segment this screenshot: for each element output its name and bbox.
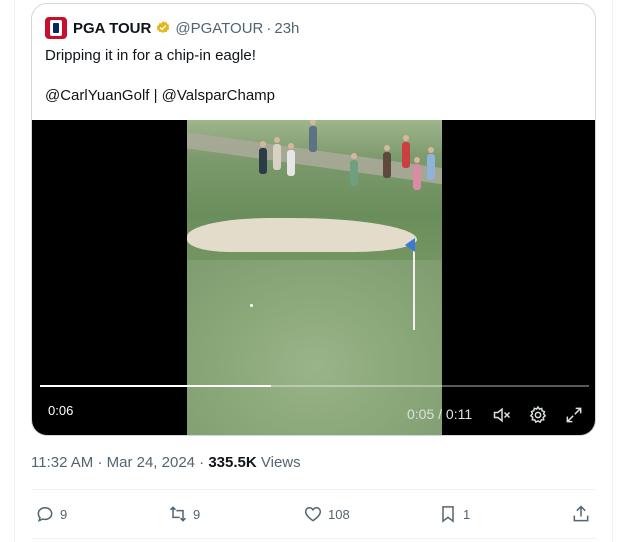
reply-count: 9 [60, 506, 68, 522]
share-button[interactable] [571, 500, 596, 528]
like-button[interactable]: 108 [303, 500, 350, 528]
views-label: Views [260, 454, 301, 471]
repost-button[interactable]: 9 [168, 500, 200, 528]
spectator [427, 147, 435, 180]
tweet-metadata: 11:32 AM · Mar 24, 2024 · 335.5K Views [31, 454, 301, 471]
golf-ball [250, 304, 253, 307]
pga-tour-avatar[interactable] [45, 17, 67, 39]
share-icon [573, 505, 589, 522]
like-count: 108 [328, 506, 350, 522]
meta-separator: · [97, 454, 103, 471]
quoted-tweet-age[interactable]: 23h [274, 20, 299, 37]
video-time-readout: 0:05 / 0:11 [407, 406, 473, 422]
quoted-tweet-card[interactable]: PGA TOUR @PGATOUR · 23h Dripping it in f… [31, 3, 596, 436]
post-date[interactable]: Mar 24, 2024 [107, 454, 195, 471]
spectator [402, 135, 410, 168]
header-separator: · [266, 19, 272, 37]
spectator [383, 145, 391, 178]
repost-count: 9 [193, 506, 201, 522]
views-count[interactable]: 335.5K [208, 454, 256, 471]
quoted-tweet-mentions[interactable]: @CarlYuanGolf | @ValsparChamp [45, 86, 275, 106]
post-time[interactable]: 11:32 AM [31, 454, 93, 471]
fullscreen-icon[interactable] [564, 405, 584, 425]
video-player[interactable]: 0:06 0:05 / 0:11 [32, 120, 595, 435]
video-frame [187, 120, 442, 435]
bookmark-count: 1 [463, 506, 471, 522]
spectator [309, 120, 317, 152]
heart-icon [304, 506, 322, 522]
video-duration: 0:11 [445, 406, 473, 422]
meta-separator: · [199, 454, 205, 471]
putting-green [187, 260, 442, 435]
spectator [350, 153, 358, 186]
bookmark-button[interactable]: 1 [438, 500, 470, 528]
quoted-tweet-text: Dripping it in for a chip-in eagle! [45, 47, 256, 64]
settings-gear-icon[interactable] [528, 405, 548, 425]
tweet-action-bar: 9 9 108 1 [31, 500, 596, 528]
spectator [413, 157, 421, 190]
spectator [273, 137, 281, 170]
repost-icon [169, 506, 187, 522]
timeline-right-border [612, 0, 613, 542]
spectator [259, 141, 267, 174]
mute-icon[interactable] [492, 405, 512, 425]
golfer [287, 143, 295, 176]
quoted-account-name[interactable]: PGA TOUR [73, 20, 151, 37]
reply-icon [37, 506, 53, 523]
sand-bunker [187, 218, 417, 252]
reply-button[interactable]: 9 [35, 500, 67, 528]
timeline-left-border [14, 0, 15, 542]
bookmark-icon [442, 506, 454, 523]
quoted-tweet-header: PGA TOUR @PGATOUR · 23h [45, 17, 299, 39]
divider [31, 489, 596, 490]
verified-badge-icon [157, 21, 170, 34]
divider [31, 538, 596, 539]
quoted-account-handle[interactable]: @PGATOUR [175, 20, 263, 37]
video-progress-fill [40, 385, 271, 387]
flag [405, 238, 415, 252]
video-position: 0:05 [407, 406, 435, 422]
video-elapsed-badge: 0:06 [40, 400, 82, 421]
video-progress-bar[interactable] [40, 385, 589, 387]
